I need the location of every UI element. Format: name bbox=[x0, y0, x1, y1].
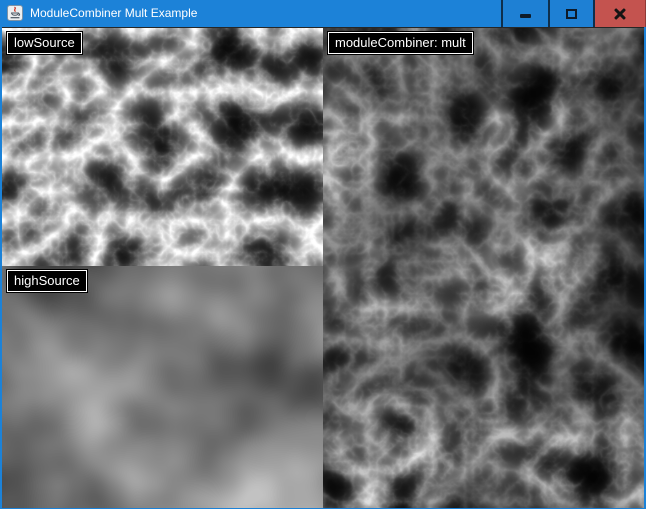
highSource-noise-image bbox=[2, 266, 323, 508]
close-icon bbox=[613, 7, 627, 20]
titlebar[interactable]: ModuleCombiner Mult Example bbox=[0, 0, 646, 27]
panel-label-moduleCombiner-mult: moduleCombiner: mult bbox=[328, 32, 473, 54]
maximize-button[interactable] bbox=[550, 0, 593, 27]
panel-moduleCombiner-mult: moduleCombiner: mult bbox=[323, 28, 644, 508]
window-controls bbox=[501, 0, 646, 27]
app-window: ModuleCombiner Mult Example lowSource hi… bbox=[0, 0, 646, 509]
panel-label-lowSource: lowSource bbox=[7, 32, 82, 54]
window-title: ModuleCombiner Mult Example bbox=[30, 0, 197, 27]
close-button[interactable] bbox=[595, 0, 646, 27]
content-area: lowSource highSource moduleCombiner: mul… bbox=[2, 27, 644, 507]
lowSource-noise-image bbox=[2, 28, 323, 266]
panel-highSource: highSource bbox=[2, 266, 323, 508]
java-coffee-cup-icon bbox=[7, 5, 23, 21]
minimize-button[interactable] bbox=[503, 0, 548, 27]
maximize-icon bbox=[566, 9, 577, 19]
minimize-icon bbox=[520, 14, 531, 18]
combined-noise-image bbox=[323, 28, 644, 508]
panel-lowSource: lowSource bbox=[2, 28, 323, 266]
panel-label-highSource: highSource bbox=[7, 270, 87, 292]
